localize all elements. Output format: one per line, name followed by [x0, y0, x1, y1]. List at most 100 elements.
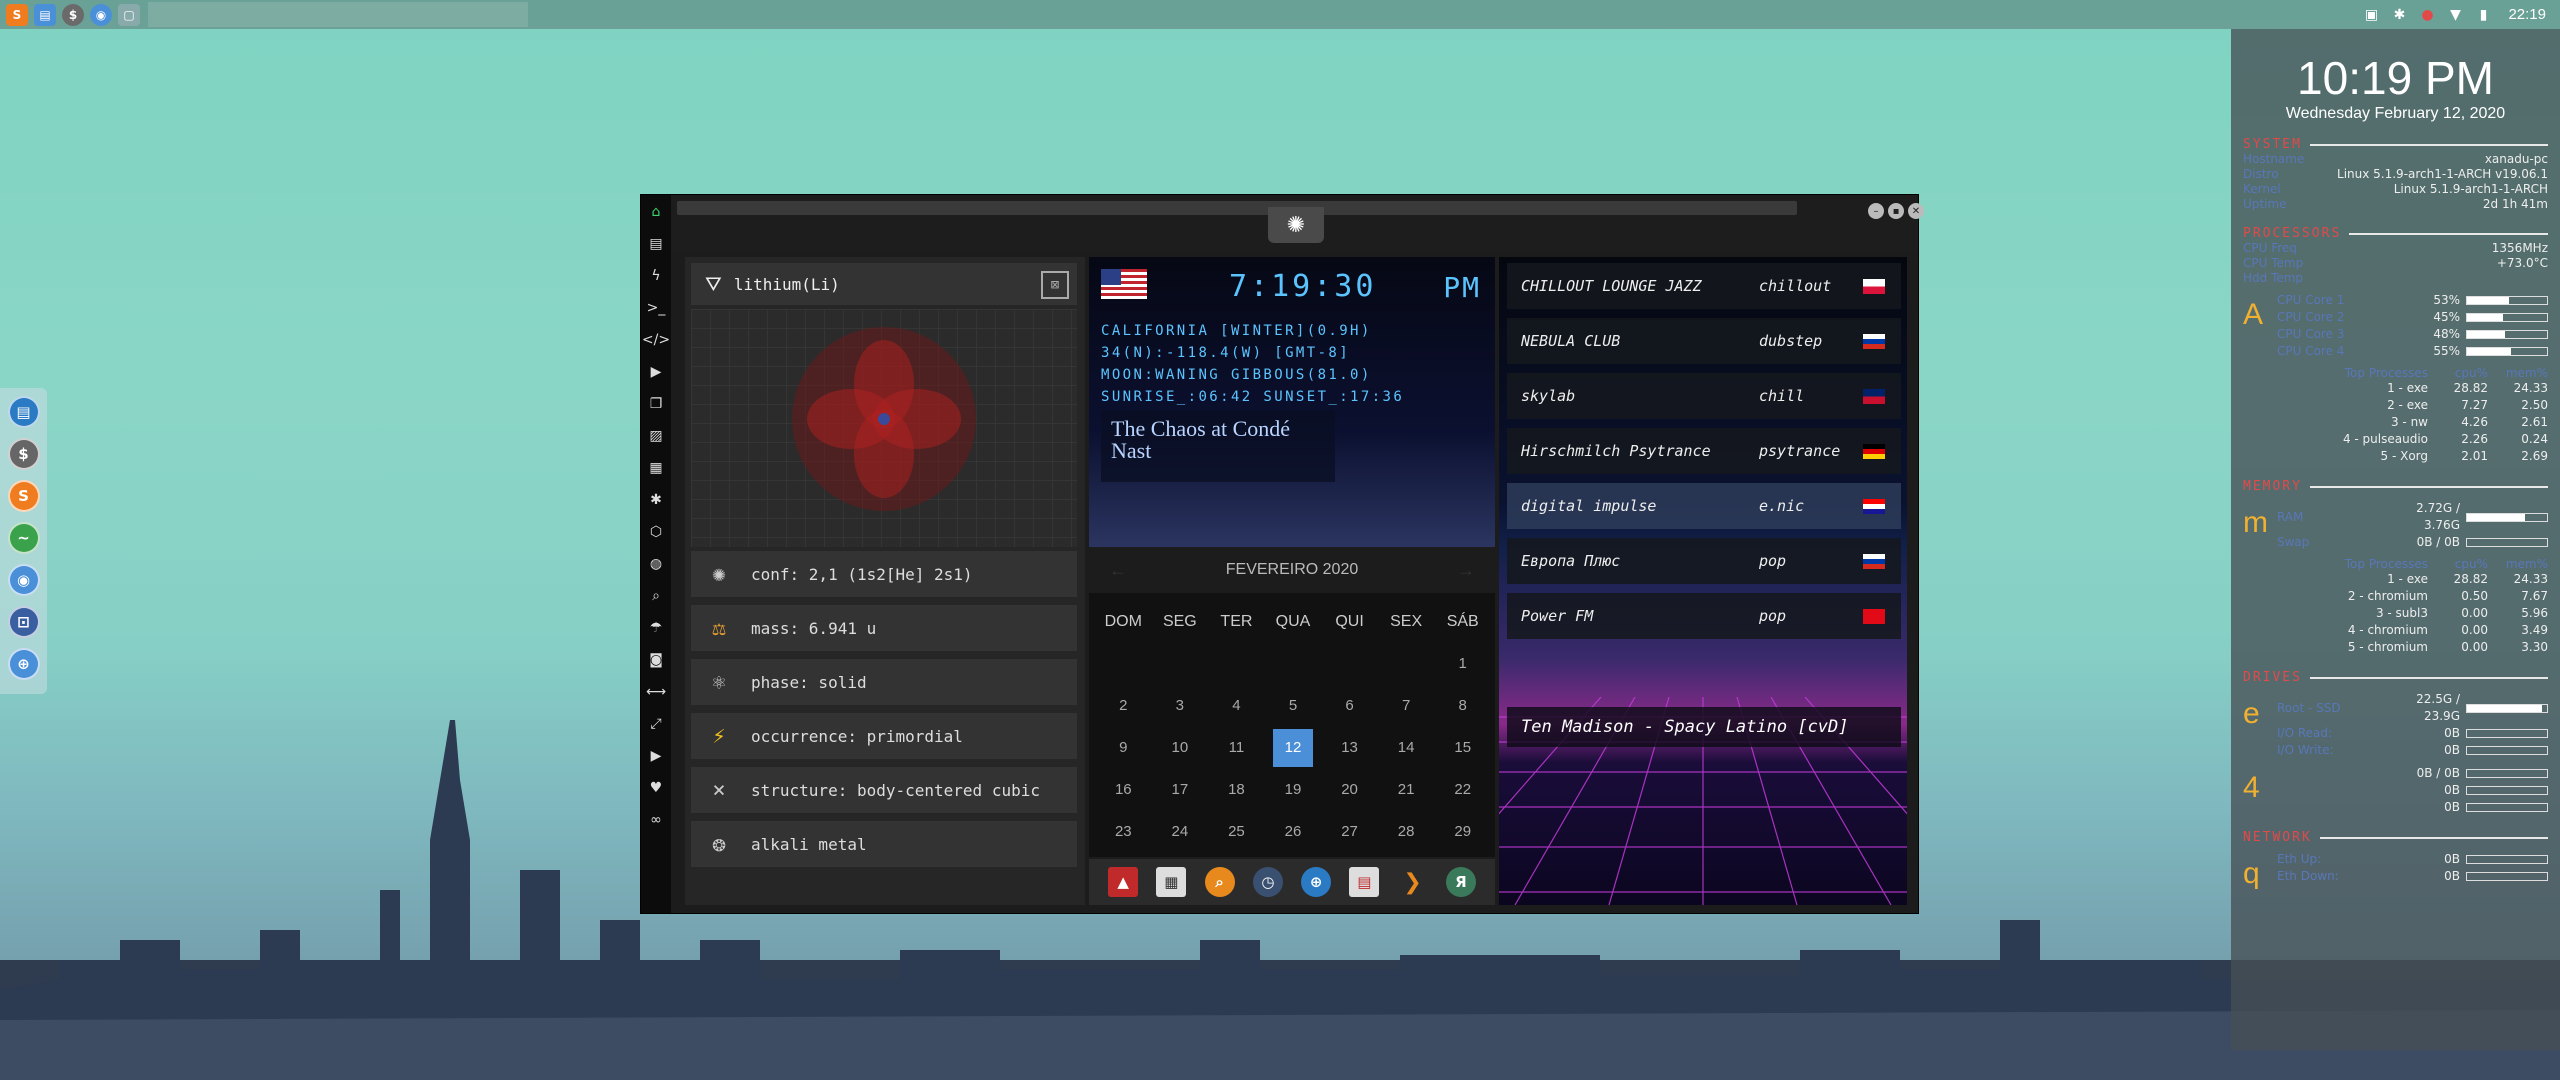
- dollar-icon[interactable]: $: [7, 438, 40, 470]
- calendar-day[interactable]: 9: [1095, 727, 1152, 769]
- alert-icon[interactable]: ●: [2418, 6, 2436, 24]
- news-icon[interactable]: ▦: [647, 459, 665, 477]
- sublime-icon[interactable]: S: [7, 480, 40, 512]
- calendar-day[interactable]: 23: [1095, 811, 1152, 853]
- section-system: SYSTEM: [2243, 137, 2548, 152]
- calendar-day[interactable]: 6: [1321, 685, 1378, 727]
- copy-icon[interactable]: ❐: [647, 395, 665, 413]
- umbrella-icon[interactable]: ☂: [647, 619, 665, 637]
- folder-icon[interactable]: ▤: [34, 3, 56, 26]
- minimize-button[interactable]: –: [1868, 203, 1884, 219]
- calendar-day[interactable]: 3: [1152, 685, 1209, 727]
- maximize-button[interactable]: ▪: [1888, 203, 1904, 219]
- panel-clock[interactable]: 22:19: [2508, 6, 2546, 23]
- screenshot-icon[interactable]: ⊡: [7, 606, 40, 638]
- chromium-icon[interactable]: ◉: [7, 564, 40, 596]
- infinity-icon[interactable]: ∞: [647, 811, 665, 829]
- calendar-day[interactable]: 11: [1208, 727, 1265, 769]
- calendar-day[interactable]: 10: [1152, 727, 1209, 769]
- search-icon[interactable]: ⌕: [647, 587, 665, 605]
- radio-station[interactable]: NEBULA CLUB dubstep: [1507, 318, 1901, 364]
- globe-icon[interactable]: ⊕: [7, 648, 40, 680]
- element-close-icon[interactable]: ⊠: [1041, 271, 1069, 299]
- close-button[interactable]: ✕: [1908, 203, 1924, 219]
- clock-app-icon[interactable]: ◷: [1252, 867, 1283, 897]
- home-icon[interactable]: ⌂: [647, 203, 665, 221]
- chevron-right-icon[interactable]: ❯: [1398, 867, 1428, 897]
- window-titlebar[interactable]: ✺ – ▪ ✕: [671, 195, 1924, 251]
- calendar-day[interactable]: 27: [1321, 811, 1378, 853]
- calendar-app-icon[interactable]: ▦: [1156, 867, 1187, 897]
- next-month-icon[interactable]: →: [1457, 560, 1475, 581]
- calendar-day[interactable]: 22: [1434, 769, 1491, 811]
- dollar-icon[interactable]: $: [62, 3, 84, 26]
- calendar-day[interactable]: 21: [1378, 769, 1435, 811]
- search-app-icon[interactable]: ⌕: [1204, 867, 1235, 897]
- radio-station[interactable]: Power FM pop: [1507, 593, 1901, 639]
- wifi-icon[interactable]: ▼: [2446, 6, 2464, 24]
- calendar-day[interactable]: 15: [1434, 727, 1491, 769]
- expand-icon[interactable]: ⤢: [647, 715, 665, 733]
- globe-icon[interactable]: ◍: [647, 555, 665, 573]
- meter-row: I/O Read: 0B: [2277, 725, 2548, 742]
- calendar-day[interactable]: 29: [1434, 811, 1491, 853]
- bolt-icon[interactable]: ϟ: [647, 267, 665, 285]
- yandex-icon[interactable]: Я: [1445, 867, 1476, 897]
- calendar-day[interactable]: 25: [1208, 811, 1265, 853]
- arrow-up-icon[interactable]: ▲: [1108, 867, 1139, 897]
- sublime-icon[interactable]: S: [6, 3, 28, 26]
- calendar-day[interactable]: 14: [1378, 727, 1435, 769]
- chromium-icon[interactable]: ◉: [90, 3, 112, 26]
- battery-icon[interactable]: ▮: [2474, 6, 2492, 24]
- prev-month-icon[interactable]: ←: [1109, 560, 1127, 581]
- code-icon[interactable]: </>: [642, 331, 670, 349]
- image-icon[interactable]: ▣: [2362, 6, 2380, 24]
- radio-station[interactable]: Hirschmilch Psytrance psytrance: [1507, 428, 1901, 474]
- calendar-day[interactable]: 20: [1321, 769, 1378, 811]
- calendar-day[interactable]: 16: [1095, 769, 1152, 811]
- top-panel: S ▤ $ ◉ ▢ ▣ ✱ ● ▼ ▮ 22:19: [0, 0, 2560, 29]
- calendar-day[interactable]: 2: [1095, 685, 1152, 727]
- meter-bar: [2466, 786, 2548, 795]
- activity-icon[interactable]: ~: [7, 522, 40, 554]
- image-icon[interactable]: ▨: [647, 427, 665, 445]
- link-icon[interactable]: ⟷: [646, 683, 666, 701]
- calendar-day[interactable]: 28: [1378, 811, 1435, 853]
- calendar-day[interactable]: 13: [1321, 727, 1378, 769]
- files-icon[interactable]: ▤: [7, 396, 40, 428]
- calendar-day[interactable]: 4: [1208, 685, 1265, 727]
- play-icon[interactable]: ▶: [647, 363, 665, 381]
- radio-station[interactable]: digital impulse e.nic: [1507, 483, 1901, 529]
- calendar-day[interactable]: 17: [1152, 769, 1209, 811]
- calendar-day[interactable]: 26: [1265, 811, 1322, 853]
- radio-station[interactable]: skylab chill: [1507, 373, 1901, 419]
- bluetooth-icon[interactable]: ✱: [2390, 6, 2408, 24]
- process-cell: 3.49: [2521, 623, 2548, 637]
- terminal-icon[interactable]: >_: [647, 299, 666, 317]
- heart-icon[interactable]: ♥: [647, 779, 665, 797]
- row-text: structure: body-centered cubic: [751, 780, 1040, 800]
- news-headline[interactable]: The Chaos at Condé Nast: [1101, 410, 1335, 482]
- youtube-icon[interactable]: ▶: [647, 747, 665, 765]
- calendar-day[interactable]: 19: [1265, 769, 1322, 811]
- window-icon[interactable]: ▢: [118, 3, 140, 26]
- structure-icon: ⨯: [712, 777, 726, 803]
- calendar-day[interactable]: 5: [1265, 685, 1322, 727]
- cpu-letter: A: [2243, 298, 2264, 331]
- radio-station[interactable]: CHILLOUT LOUNGE JAZZ chillout: [1507, 263, 1901, 309]
- taskbar[interactable]: [148, 2, 528, 27]
- calendar-day[interactable]: 7: [1378, 685, 1435, 727]
- title-strip[interactable]: [677, 201, 1797, 215]
- calendar-day[interactable]: 8: [1434, 685, 1491, 727]
- radio-station[interactable]: Европа Плюс pop: [1507, 538, 1901, 584]
- contact-icon[interactable]: ◙: [647, 651, 665, 669]
- hexagon-icon[interactable]: ⬡: [647, 523, 665, 541]
- calendar-day[interactable]: 18: [1208, 769, 1265, 811]
- atom-icon[interactable]: ✱: [647, 491, 665, 509]
- calendar-day[interactable]: 1: [1434, 643, 1491, 685]
- document-icon[interactable]: ▤: [647, 235, 665, 253]
- globe-app-icon[interactable]: ⊕: [1301, 867, 1332, 897]
- calendar-day[interactable]: 24: [1152, 811, 1209, 853]
- schedule-app-icon[interactable]: ▤: [1349, 867, 1380, 897]
- calendar-day-selected[interactable]: 12: [1272, 729, 1314, 767]
